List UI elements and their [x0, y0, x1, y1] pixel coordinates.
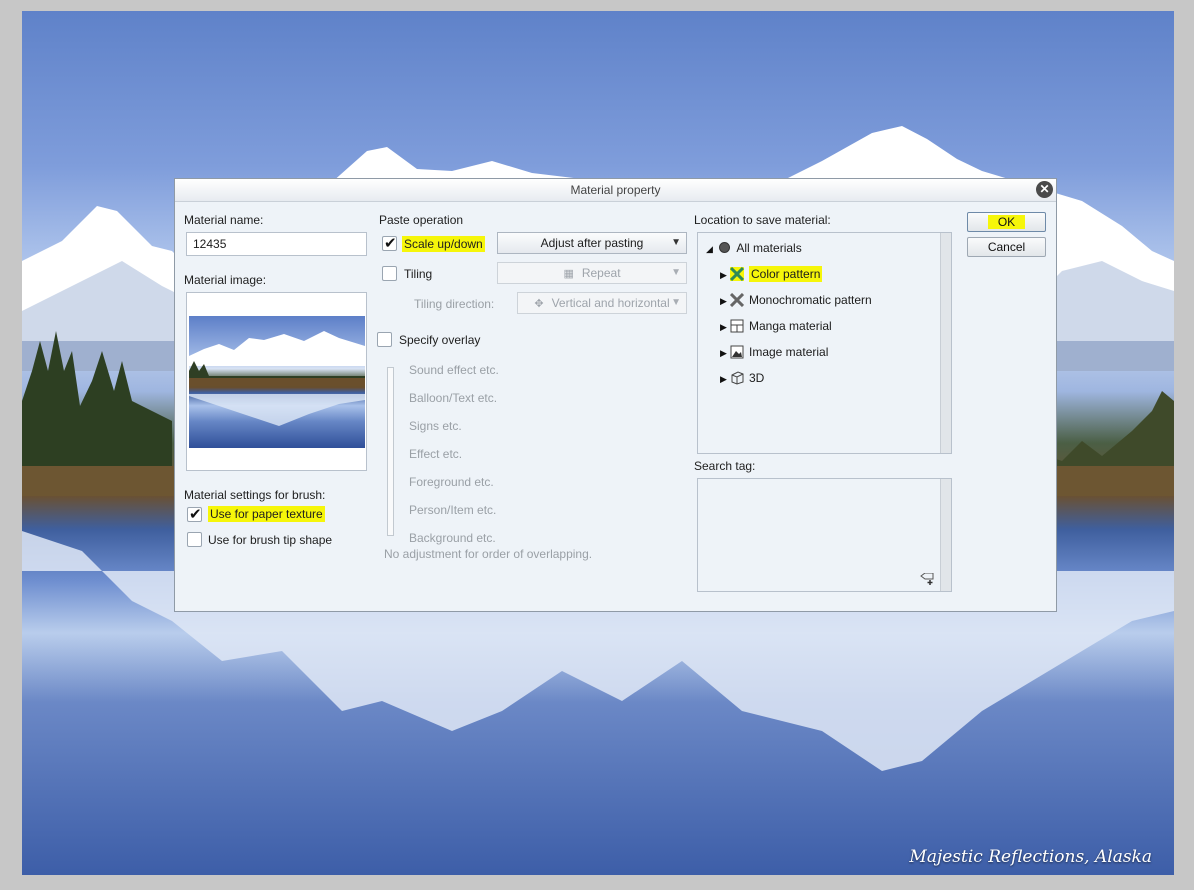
triangle-right-icon: ▶: [720, 374, 727, 384]
paste-operation-label: Paste operation: [379, 213, 464, 227]
overlay-level-person: Person/Item etc.: [409, 503, 497, 517]
repeat-icon: ▦: [563, 268, 574, 280]
material-property-dialog: Material property ✕ Material name: Mater…: [174, 178, 1057, 612]
location-label: Location to save material:: [694, 213, 831, 227]
chevron-down-icon: ▼: [671, 267, 681, 278]
tiling-checkbox[interactable]: [382, 266, 397, 281]
tree-item-manga-material[interactable]: ▶ Manga material: [720, 319, 832, 333]
tree-item-color-pattern[interactable]: ▶ Color pattern: [720, 266, 823, 282]
chevron-down-icon: ▼: [671, 237, 681, 248]
mono-pattern-icon: [729, 292, 745, 308]
search-tag-scrollbar[interactable]: [940, 479, 951, 591]
tree-scrollbar[interactable]: [940, 233, 951, 453]
triangle-right-icon: ▶: [720, 270, 727, 280]
tree-item-monochromatic-pattern[interactable]: ▶ Monochromatic pattern: [720, 292, 872, 308]
scale-updown-label: Scale up/down: [402, 236, 485, 252]
ok-button[interactable]: OK: [967, 212, 1046, 232]
tiling-direction-dropdown[interactable]: ✥ Vertical and horizontal ▼: [517, 292, 687, 314]
image-material-icon: [730, 345, 744, 359]
specify-overlay-label: Specify overlay: [399, 333, 481, 347]
overlay-level-foreground: Foreground etc.: [409, 475, 494, 489]
cancel-button-label: Cancel: [987, 240, 1026, 254]
specify-overlay-checkbox[interactable]: [377, 332, 392, 347]
tree-item-label: Monochromatic pattern: [749, 293, 872, 307]
tree-item-label: All materials: [736, 241, 802, 255]
tiling-direction-value: Vertical and horizontal: [551, 296, 670, 310]
overlay-order-slider[interactable]: [387, 367, 394, 536]
scale-mode-value: Adjust after pasting: [540, 236, 644, 250]
close-icon[interactable]: ✕: [1036, 181, 1053, 198]
overlay-level-balloon: Balloon/Text etc.: [409, 391, 498, 405]
paper-texture-label: Use for paper texture: [208, 506, 325, 522]
search-tag-label: Search tag:: [694, 459, 756, 473]
material-name-input[interactable]: [186, 232, 367, 256]
globe-icon: [719, 242, 731, 253]
tree-item-3d[interactable]: ▶ 3D: [720, 371, 764, 385]
tree-item-all-materials[interactable]: ◢ All materials: [706, 241, 802, 255]
overlay-level-effect: Effect etc.: [409, 447, 463, 461]
tiling-direction-label: Tiling direction:: [414, 297, 495, 311]
cube-icon: [730, 371, 744, 385]
chevron-down-icon: ▼: [671, 297, 681, 308]
tree-item-label: 3D: [749, 371, 765, 385]
ok-button-label: OK: [987, 215, 1026, 229]
scale-updown-checkbox[interactable]: [382, 234, 397, 252]
triangle-down-icon: ◢: [706, 244, 713, 254]
material-image-preview: [186, 292, 367, 471]
dialog-title: Material property: [570, 183, 661, 197]
overlay-note: No adjustment for order of overlapping.: [384, 547, 593, 561]
tree-item-label: Manga material: [749, 319, 832, 333]
paper-texture-checkbox[interactable]: [187, 505, 202, 523]
material-thumbnail-image: [189, 316, 365, 448]
triangle-right-icon: ▶: [720, 296, 727, 306]
add-tag-icon[interactable]: [920, 572, 934, 585]
overlay-level-sound: Sound effect etc.: [409, 363, 499, 377]
scale-mode-dropdown[interactable]: Adjust after pasting ▼: [497, 232, 687, 254]
tree-item-label: Image material: [749, 345, 829, 359]
location-tree[interactable]: ◢ All materials ▶ Color pattern ▶ Monoch…: [697, 232, 952, 454]
tiling-label: Tiling: [404, 267, 433, 281]
cancel-button[interactable]: Cancel: [967, 237, 1046, 257]
dialog-titlebar[interactable]: Material property: [175, 179, 1056, 202]
brush-tip-checkbox[interactable]: [187, 532, 202, 547]
tree-item-label: Color pattern: [749, 266, 823, 282]
material-name-label: Material name:: [184, 213, 264, 227]
manga-material-icon: [730, 319, 744, 333]
tiling-mode-value: Repeat: [581, 266, 621, 280]
brush-settings-label: Material settings for brush:: [184, 488, 326, 502]
search-tag-box[interactable]: [697, 478, 952, 592]
direction-icon: ✥: [534, 298, 544, 310]
tree-item-image-material[interactable]: ▶ Image material: [720, 345, 828, 359]
tiling-mode-dropdown[interactable]: ▦ Repeat ▼: [497, 262, 687, 284]
overlay-level-background: Background etc.: [409, 531, 496, 545]
color-pattern-icon: [729, 266, 745, 282]
brush-tip-label: Use for brush tip shape: [208, 533, 333, 547]
photo-caption: Majestic Reflections, Alaska: [909, 847, 1152, 867]
triangle-right-icon: ▶: [720, 348, 727, 358]
triangle-right-icon: ▶: [720, 322, 727, 332]
overlay-level-signs: Signs etc.: [409, 419, 462, 433]
material-image-label: Material image:: [184, 273, 267, 287]
